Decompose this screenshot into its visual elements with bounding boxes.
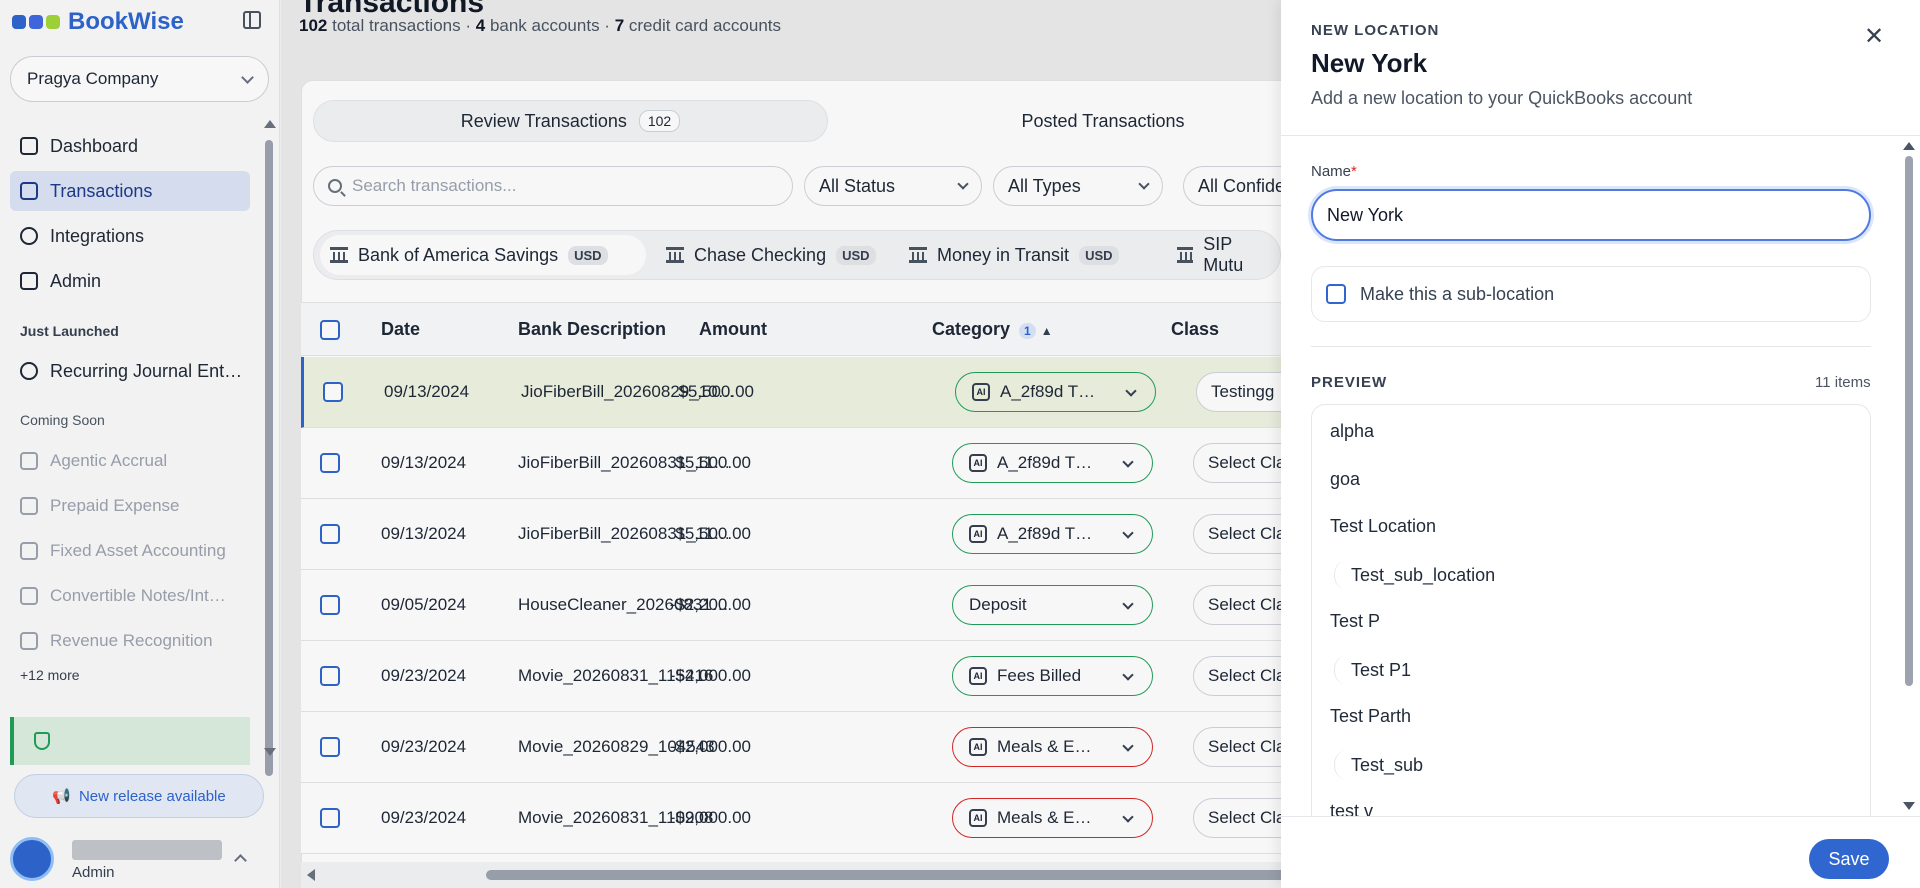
preview-count: 11 items (1815, 374, 1871, 391)
location-name-input[interactable] (1311, 189, 1871, 241)
close-icon[interactable]: ✕ (1863, 25, 1885, 49)
divider (1311, 346, 1871, 347)
preview-child-location: Test P1 (1334, 654, 1411, 685)
drawer-subtitle: Add a new location to your QuickBooks ac… (1311, 88, 1693, 108)
sub-location-label: Make this a sub-location (1360, 283, 1555, 304)
preview-location: goa (1330, 468, 1361, 489)
scroll-thumb[interactable] (1905, 156, 1913, 686)
preview-location: Test P (1330, 611, 1381, 631)
drawer-kicker: NEW LOCATION (1311, 22, 1440, 39)
preview-heading: PREVIEW (1311, 374, 1388, 391)
name-field-label: Name* (1311, 163, 1357, 180)
scroll-up-icon[interactable] (1903, 142, 1915, 150)
sub-location-toggle[interactable]: Make this a sub-location (1311, 266, 1871, 322)
drawer-footer: Save (1281, 816, 1920, 888)
preview-child-location: Test_sub_location (1334, 559, 1495, 590)
preview-location: Test Location (1330, 516, 1437, 536)
divider (1281, 135, 1920, 136)
sub-location-checkbox[interactable] (1326, 284, 1346, 304)
drawer-backdrop[interactable] (0, 0, 1281, 888)
preview-location: alpha (1330, 421, 1375, 441)
save-button[interactable]: Save (1809, 839, 1889, 879)
scroll-down-icon[interactable] (1903, 802, 1915, 810)
new-location-drawer: NEW LOCATION New York Add a new location… (1281, 0, 1920, 888)
drawer-title: New York (1311, 48, 1428, 78)
preview-location: Test Parth (1330, 706, 1412, 726)
drawer-scrollbar[interactable] (1903, 140, 1915, 812)
preview-child-location: Test_sub (1334, 749, 1423, 780)
preview-list: alpha goa Test Location Test_sub_location Te… (1311, 404, 1871, 820)
